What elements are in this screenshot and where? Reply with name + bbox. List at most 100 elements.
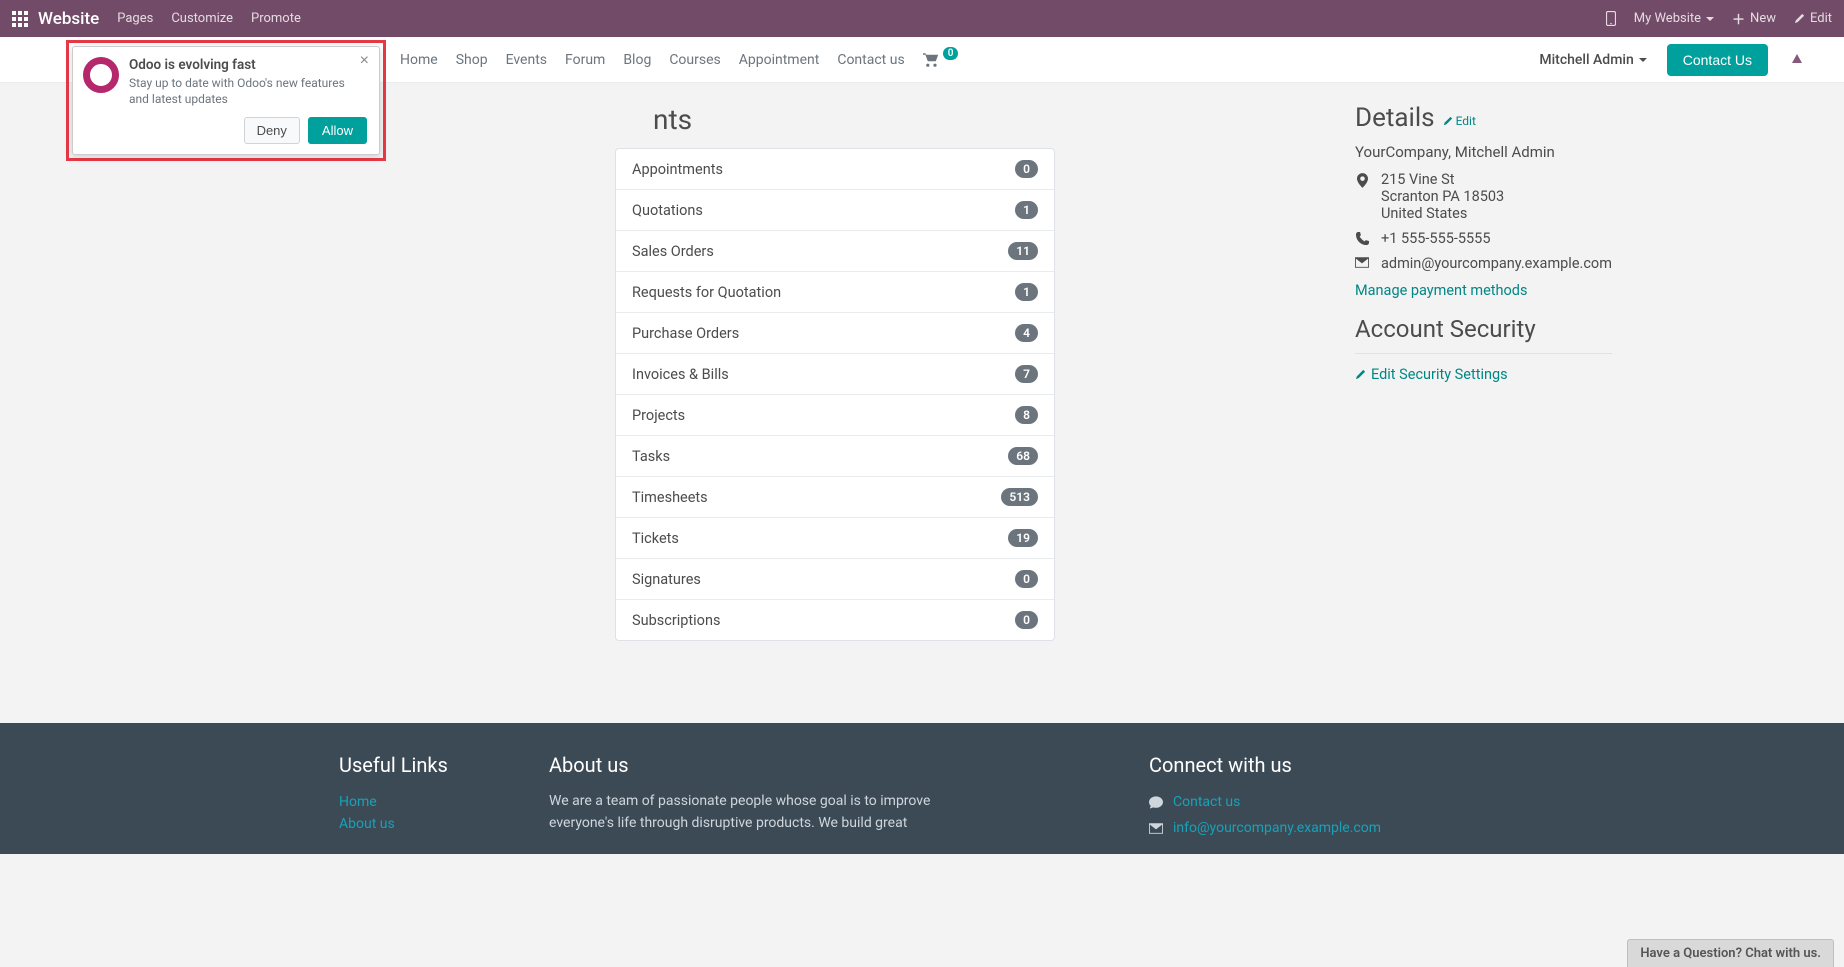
footer-email-link[interactable]: info@yourcompany.example.com: [1173, 817, 1381, 839]
documents-list: Appointments0Quotations1Sales Orders11Re…: [615, 148, 1055, 641]
site-footer: Useful Links Home About us About us We a…: [0, 723, 1844, 854]
list-item-label: Signatures: [632, 571, 701, 588]
cart-button[interactable]: 0: [923, 53, 959, 67]
count-badge: 68: [1008, 447, 1038, 465]
nav-home[interactable]: Home: [400, 52, 438, 68]
envelope-icon: [1355, 257, 1369, 268]
envelope-icon: [1149, 823, 1163, 834]
list-item-label: Purchase Orders: [632, 325, 739, 342]
allow-button[interactable]: Allow: [308, 117, 367, 144]
notification-highlight: × Odoo is evolving fast Stay up to date …: [66, 40, 386, 161]
chat-tab[interactable]: Have a Question? Chat with us.: [1627, 939, 1834, 967]
nav-events[interactable]: Events: [506, 52, 547, 68]
list-item[interactable]: Tickets 19: [616, 518, 1054, 559]
edit-button[interactable]: Edit: [1794, 11, 1832, 26]
nav-shop[interactable]: Shop: [456, 52, 488, 68]
list-item[interactable]: Appointments 0: [616, 149, 1054, 190]
contact-us-button[interactable]: Contact Us: [1667, 44, 1768, 76]
footer-contact-link[interactable]: Contact us: [1173, 791, 1240, 813]
list-item[interactable]: Subscriptions 0: [616, 600, 1054, 640]
count-badge: 0: [1015, 160, 1038, 178]
count-badge: 4: [1015, 324, 1038, 342]
list-item-label: Requests for Quotation: [632, 284, 781, 301]
company-name: YourCompany, Mitchell Admin: [1355, 143, 1612, 161]
edit-details-link[interactable]: Edit: [1443, 114, 1476, 128]
address-line3: United States: [1381, 205, 1504, 222]
odoo-logo-icon: [83, 57, 119, 93]
footer-links-heading: Useful Links: [339, 753, 489, 777]
list-item[interactable]: Invoices & Bills7: [616, 354, 1054, 395]
phone-icon: [1355, 232, 1369, 245]
address-line2: Scranton PA 18503: [1381, 188, 1504, 205]
list-item-label: Quotations: [632, 202, 703, 219]
count-badge: 11: [1008, 242, 1038, 260]
user-dropdown[interactable]: Mitchell Admin: [1539, 52, 1646, 68]
phone-row: +1 555-555-5555: [1355, 230, 1612, 247]
list-item-label: Subscriptions: [632, 612, 720, 629]
account-security-heading: Account Security: [1355, 315, 1612, 343]
list-item[interactable]: Signatures 0: [616, 559, 1054, 600]
list-item[interactable]: Quotations 1: [616, 190, 1054, 231]
close-icon[interactable]: ×: [360, 53, 369, 69]
edit-security-link[interactable]: Edit Security Settings: [1355, 366, 1612, 383]
count-badge: 7: [1015, 365, 1038, 383]
footer-link-about[interactable]: About us: [339, 813, 489, 835]
my-website-dropdown[interactable]: My Website: [1634, 11, 1714, 26]
address-line1: 215 Vine St: [1381, 171, 1504, 188]
app-title[interactable]: Website: [12, 9, 99, 29]
footer-connect-heading: Connect with us: [1149, 753, 1505, 777]
page-title: nts: [653, 103, 1055, 136]
apps-icon[interactable]: [12, 11, 28, 27]
count-badge: 513: [1001, 488, 1038, 506]
count-badge: 8: [1015, 406, 1038, 424]
chat-bubble-icon: [1149, 796, 1163, 809]
admin-menu-promote[interactable]: Promote: [251, 11, 301, 26]
mobile-preview-icon[interactable]: [1606, 11, 1616, 26]
notification-body: Stay up to date with Odoo's new features…: [129, 75, 367, 107]
admin-menu-customize[interactable]: Customize: [171, 11, 233, 26]
email-value: admin@yourcompany.example.com: [1381, 255, 1612, 272]
manage-payment-link[interactable]: Manage payment methods: [1355, 282, 1527, 299]
nav-forum[interactable]: Forum: [565, 52, 605, 68]
list-item[interactable]: Timesheets 513: [616, 477, 1054, 518]
admin-menu-pages[interactable]: Pages: [117, 11, 153, 26]
pencil-icon: [1355, 369, 1366, 380]
notification-popup: × Odoo is evolving fast Stay up to date …: [72, 46, 380, 155]
list-item[interactable]: Tasks 68: [616, 436, 1054, 477]
list-item-label: Tickets: [632, 530, 679, 547]
count-badge: 0: [1015, 570, 1038, 588]
count-badge: 0: [1015, 611, 1038, 629]
list-item[interactable]: Requests for Quotation 1: [616, 272, 1054, 313]
admin-bar: Website Pages Customize Promote My Websi…: [0, 0, 1844, 37]
nav-blog[interactable]: Blog: [623, 52, 651, 68]
list-item[interactable]: Sales Orders11: [616, 231, 1054, 272]
address-row: 215 Vine St Scranton PA 18503 United Sta…: [1355, 171, 1612, 222]
pencil-icon: [1794, 13, 1805, 24]
count-badge: 1: [1015, 201, 1038, 219]
list-item-label: Timesheets: [632, 489, 708, 506]
chevron-down-icon: [1706, 17, 1714, 21]
footer-about-text: We are a team of passionate people whose…: [549, 791, 979, 834]
new-button[interactable]: ＋New: [1732, 9, 1776, 28]
list-item-label: Projects: [632, 407, 685, 424]
map-marker-icon: [1355, 173, 1369, 188]
notification-title: Odoo is evolving fast: [129, 57, 256, 73]
list-item-label: Appointments: [632, 161, 723, 178]
phone-value: +1 555-555-5555: [1381, 230, 1490, 247]
cart-count: 0: [943, 47, 959, 60]
count-badge: 19: [1008, 529, 1038, 547]
nav-appointment[interactable]: Appointment: [739, 52, 820, 68]
pencil-icon: [1443, 116, 1453, 126]
list-item-label: Tasks: [632, 448, 670, 465]
chevron-down-icon: [1639, 58, 1647, 62]
details-heading: Details Edit: [1355, 103, 1612, 133]
deny-button[interactable]: Deny: [244, 117, 300, 144]
footer-link-home[interactable]: Home: [339, 791, 489, 813]
list-item[interactable]: Projects 8: [616, 395, 1054, 436]
nav-courses[interactable]: Courses: [669, 52, 720, 68]
footer-about-heading: About us: [549, 753, 979, 777]
nav-contact-us[interactable]: Contact us: [837, 52, 904, 68]
list-item[interactable]: Purchase Orders 4: [616, 313, 1054, 354]
app-title-text: Website: [38, 9, 99, 29]
count-badge: 1: [1015, 283, 1038, 301]
